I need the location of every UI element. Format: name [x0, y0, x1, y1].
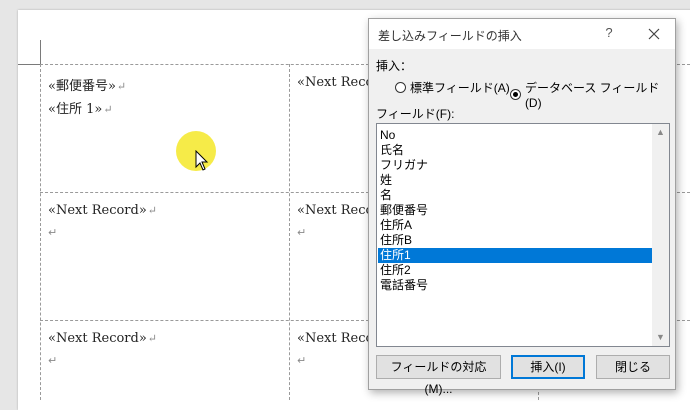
- fields-list: No 氏名 フリガナ姓名郵便番号 住所A 住所B 住所1 住所2 電話番号: [378, 128, 652, 293]
- fields-label: フィールド(F):: [376, 107, 455, 121]
- radio-database-fields[interactable]: データベース フィールド(D): [510, 79, 675, 110]
- field-list-item[interactable]: 名: [378, 188, 652, 203]
- help-button[interactable]: ?: [599, 25, 619, 43]
- paragraph-mark: ↵: [48, 354, 58, 367]
- radio-standard-label: 標準フィールド(A): [410, 81, 510, 95]
- scroll-down-icon[interactable]: ▼: [652, 329, 669, 346]
- listbox-scrollbar[interactable]: ▲ ▼: [652, 124, 669, 346]
- close-icon[interactable]: [644, 25, 664, 43]
- insert-button[interactable]: 挿入(I): [511, 355, 585, 379]
- radio-standard-fields[interactable]: 標準フィールド(A): [395, 79, 510, 96]
- label-cell-next-record[interactable]: «Next Reco: [297, 203, 373, 218]
- label-cell-next-record[interactable]: «Next Record»↵: [48, 203, 157, 218]
- radio-database-label: データベース フィールド(D): [524, 81, 660, 110]
- insert-label: 挿入：: [376, 59, 413, 73]
- mouse-pointer-icon: [195, 150, 209, 171]
- paragraph-mark: ↵: [297, 226, 307, 239]
- table-border-column: [289, 64, 290, 400]
- scroll-up-icon[interactable]: ▲: [652, 124, 669, 141]
- paragraph-mark: ↵: [48, 226, 58, 239]
- label-cell-next-record[interactable]: «Next Record»↵: [48, 331, 157, 346]
- dialog-titlebar[interactable]: 差し込みフィールドの挿入 ?: [369, 19, 675, 49]
- field-list-item[interactable]: 郵便番号: [378, 203, 652, 218]
- table-border-left: [40, 64, 41, 400]
- label-cell-address[interactable]: «住所 1»↵: [48, 98, 113, 117]
- fields-listbox[interactable]: No 氏名 フリガナ姓名郵便番号 住所A 住所B 住所1 住所2 電話番号 ▲ ▼: [376, 123, 670, 347]
- page-margin-corner-horizontal: [18, 64, 40, 65]
- dialog-title: 差し込みフィールドの挿入: [378, 29, 522, 43]
- field-list-item[interactable]: 氏名: [378, 143, 652, 158]
- label-cell-next-record[interactable]: «Next Reco: [297, 75, 373, 90]
- field-list-item[interactable]: フリガナ: [378, 158, 652, 173]
- label-cell-next-record[interactable]: «Next Reco: [297, 331, 373, 346]
- paragraph-mark: ↵: [297, 354, 307, 367]
- field-list-item[interactable]: 電話番号: [378, 278, 652, 293]
- field-list-item[interactable]: 姓: [378, 173, 652, 188]
- field-list-item[interactable]: 住所B: [378, 233, 652, 248]
- page-margin-corner-vertical: [40, 40, 41, 64]
- insert-merge-field-dialog: 差し込みフィールドの挿入 ? 挿入： 標準フィールド(A) データベース フィー…: [368, 18, 676, 396]
- field-list-item[interactable]: No: [378, 128, 652, 143]
- field-list-item[interactable]: 住所A: [378, 218, 652, 233]
- radio-button-selected[interactable]: [510, 89, 521, 100]
- field-list-item[interactable]: 住所1: [378, 248, 652, 263]
- close-button[interactable]: 閉じる: [596, 355, 670, 379]
- label-cell-postal[interactable]: «郵便番号»↵: [48, 75, 126, 94]
- radio-button[interactable]: [395, 82, 406, 93]
- match-fields-button[interactable]: フィールドの対応(M)...: [376, 355, 501, 396]
- field-list-item[interactable]: 住所2: [378, 263, 652, 278]
